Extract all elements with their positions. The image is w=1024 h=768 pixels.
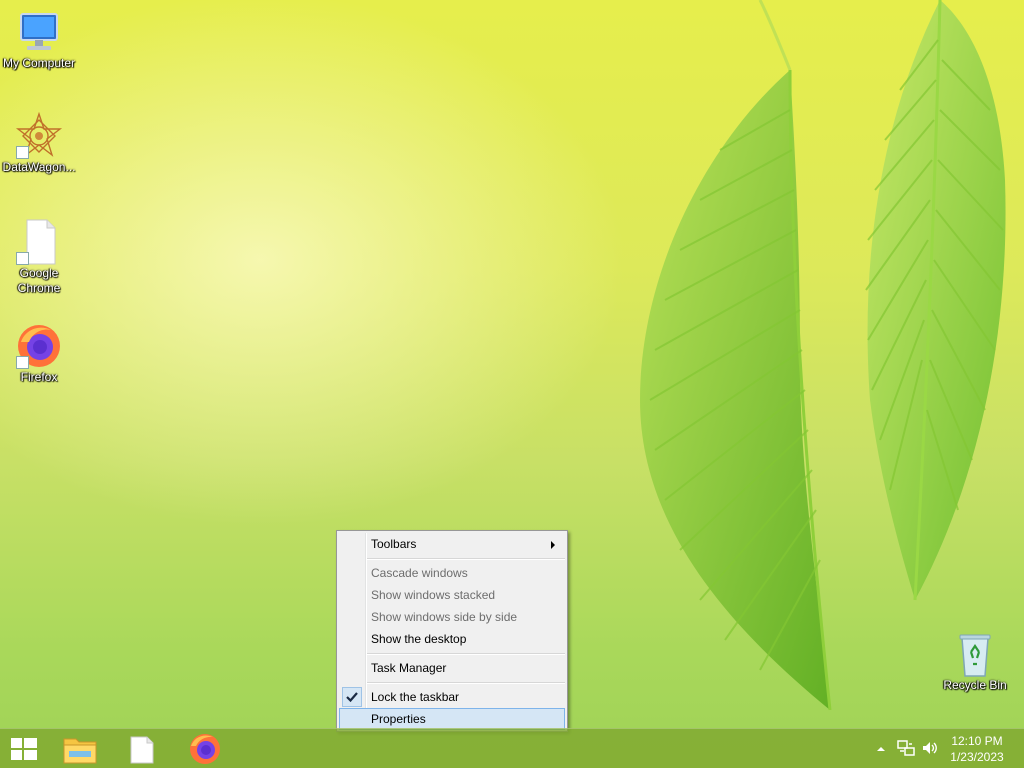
desktop-icon-firefox[interactable]: Firefox xyxy=(0,322,78,385)
network-icon[interactable] xyxy=(897,739,915,762)
desktop-icon-datawagon[interactable]: DataWagon... xyxy=(0,112,78,175)
desktop-icon-my-computer[interactable]: My Computer xyxy=(0,8,78,71)
datawagon-icon xyxy=(15,112,63,160)
windows-start-icon xyxy=(11,738,37,760)
menu-item-properties[interactable]: Properties xyxy=(339,708,565,730)
clock-time: 12:10 PM xyxy=(951,734,1003,748)
menu-item-toolbars[interactable]: Toolbars xyxy=(339,533,565,555)
menu-item-label: Cascade windows xyxy=(371,566,468,580)
taskbar-file-button[interactable] xyxy=(116,731,168,767)
desktop-icon-label: DataWagon... xyxy=(2,160,76,174)
firefox-icon xyxy=(15,322,63,370)
speaker-icon[interactable] xyxy=(921,739,939,762)
submenu-arrow-icon xyxy=(551,541,555,549)
firefox-icon xyxy=(190,734,220,764)
menu-item-cascade-windows[interactable]: Cascade windows xyxy=(339,562,565,584)
shortcut-arrow-icon xyxy=(16,146,29,159)
file-icon xyxy=(15,218,63,266)
taskbar[interactable]: 12:10 PM 1/23/2023 xyxy=(0,728,1024,768)
menu-item-label: Task Manager xyxy=(371,661,447,675)
desktop-icon-recycle-bin[interactable]: Recycle Bin xyxy=(936,630,1014,693)
checkmark-icon xyxy=(342,687,362,707)
desktop-icon-label: Recycle Bin xyxy=(943,678,1007,692)
desktop-icon-label: Google Chrome xyxy=(17,266,61,295)
taskbar-file-explorer-button[interactable] xyxy=(54,731,106,767)
computer-icon xyxy=(15,8,63,56)
menu-item-label: Toolbars xyxy=(371,537,417,551)
chevron-up-icon[interactable] xyxy=(876,741,886,759)
menu-item-label: Lock the taskbar xyxy=(371,690,460,704)
desktop[interactable]: My Computer DataWagon... Google Chrome F… xyxy=(0,0,1024,768)
menu-item-show-the-desktop[interactable]: Show the desktop xyxy=(339,628,565,650)
menu-item-label: Show windows side by side xyxy=(371,610,518,624)
menu-item-task-manager[interactable]: Task Manager xyxy=(339,657,565,679)
file-icon xyxy=(130,736,154,764)
clock-date: 1/23/2023 xyxy=(950,750,1004,764)
menu-item-lock-the-taskbar[interactable]: Lock the taskbar xyxy=(339,686,565,708)
recycle-bin-icon xyxy=(951,630,999,678)
menu-item-label: Show the desktop xyxy=(371,632,467,646)
menu-item-show-windows-stacked[interactable]: Show windows stacked xyxy=(339,584,565,606)
menu-item-label: Show windows stacked xyxy=(371,588,496,602)
desktop-icon-google-chrome[interactable]: Google Chrome xyxy=(0,218,78,296)
shortcut-arrow-icon xyxy=(16,356,29,369)
taskbar-context-menu: Toolbars Cascade windows Show windows st… xyxy=(336,530,568,732)
menu-separator xyxy=(367,558,565,560)
menu-item-show-windows-side-by-side[interactable]: Show windows side by side xyxy=(339,606,565,628)
menu-item-label: Properties xyxy=(371,712,426,726)
menu-separator xyxy=(367,682,565,684)
taskbar-firefox-button[interactable] xyxy=(178,731,230,767)
menu-separator xyxy=(367,653,565,655)
tray-clock[interactable]: 12:10 PM 1/23/2023 xyxy=(947,733,1007,765)
desktop-icon-label: My Computer xyxy=(2,56,76,70)
file-explorer-icon xyxy=(63,738,97,764)
start-button[interactable] xyxy=(0,731,52,767)
desktop-icon-label: Firefox xyxy=(20,370,58,384)
shortcut-arrow-icon xyxy=(16,252,29,265)
